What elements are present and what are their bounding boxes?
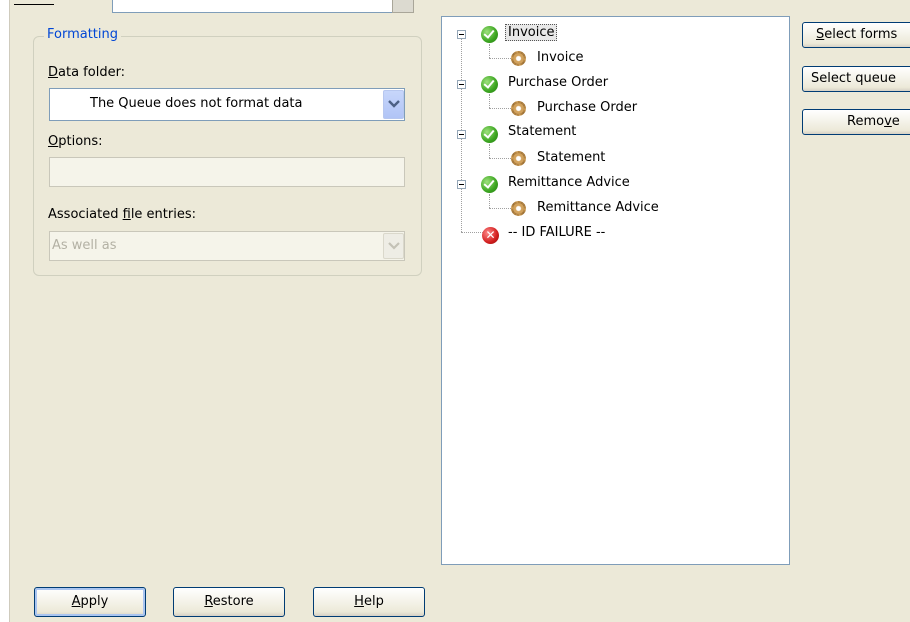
top-field-button[interactable] xyxy=(392,0,414,13)
error-icon: ✕ xyxy=(482,227,499,244)
tree-leaf-statement[interactable]: Statement xyxy=(537,150,605,165)
gear-icon xyxy=(511,51,526,66)
remove-button[interactable]: Remove xyxy=(802,109,910,135)
gear-icon xyxy=(511,151,526,166)
apply-button[interactable]: Apply xyxy=(34,587,146,617)
restore-button[interactable]: Restore xyxy=(173,587,285,617)
collapse-icon[interactable] xyxy=(457,180,466,189)
gear-icon xyxy=(511,201,526,216)
data-folder-label: Data folder: xyxy=(48,65,126,80)
associated-value: As well as xyxy=(52,238,117,253)
tree-leaf-purchase-order[interactable]: Purchase Order xyxy=(537,100,637,115)
options-label: Options: xyxy=(48,134,103,149)
gear-icon xyxy=(511,101,526,116)
collapse-icon[interactable] xyxy=(457,30,466,39)
check-icon xyxy=(481,176,498,193)
tree-leaf-remittance-advice[interactable]: Remittance Advice xyxy=(537,200,659,215)
help-button[interactable]: Help xyxy=(313,587,425,617)
check-icon xyxy=(481,26,498,43)
select-queue-button[interactable]: Select queue xyxy=(802,66,910,92)
tree-node-statement[interactable]: Statement xyxy=(508,124,576,139)
data-folder-dropdown-button[interactable] xyxy=(383,90,404,119)
chevron-down-icon xyxy=(387,241,400,250)
associated-dropdown-button[interactable] xyxy=(383,233,404,259)
options-field[interactable] xyxy=(49,157,405,187)
associated-label: Associated file entries: xyxy=(48,207,196,222)
select-forms-button[interactable]: Select forms xyxy=(802,22,910,48)
formatting-group-title: Formatting xyxy=(44,27,122,42)
chevron-down-icon xyxy=(387,100,400,108)
collapse-icon[interactable] xyxy=(457,80,466,89)
collapse-icon[interactable] xyxy=(457,130,466,139)
cutoff-label xyxy=(14,0,54,5)
check-icon xyxy=(481,126,498,143)
tree-node-invoice[interactable]: Invoice xyxy=(505,24,558,41)
tree-node-id-failure[interactable]: -- ID FAILURE -- xyxy=(508,225,605,240)
tree-node-remittance-advice[interactable]: Remittance Advice xyxy=(508,175,630,190)
forms-tree[interactable]: Invoice Invoice Purchase Order Purchase … xyxy=(441,16,790,565)
tree-leaf-invoice[interactable]: Invoice xyxy=(537,50,583,65)
tree-node-purchase-order[interactable]: Purchase Order xyxy=(508,75,608,90)
top-field[interactable] xyxy=(112,0,397,13)
check-icon xyxy=(481,76,498,93)
left-panel-edge xyxy=(0,0,10,622)
data-folder-value: The Queue does not format data xyxy=(90,96,303,111)
